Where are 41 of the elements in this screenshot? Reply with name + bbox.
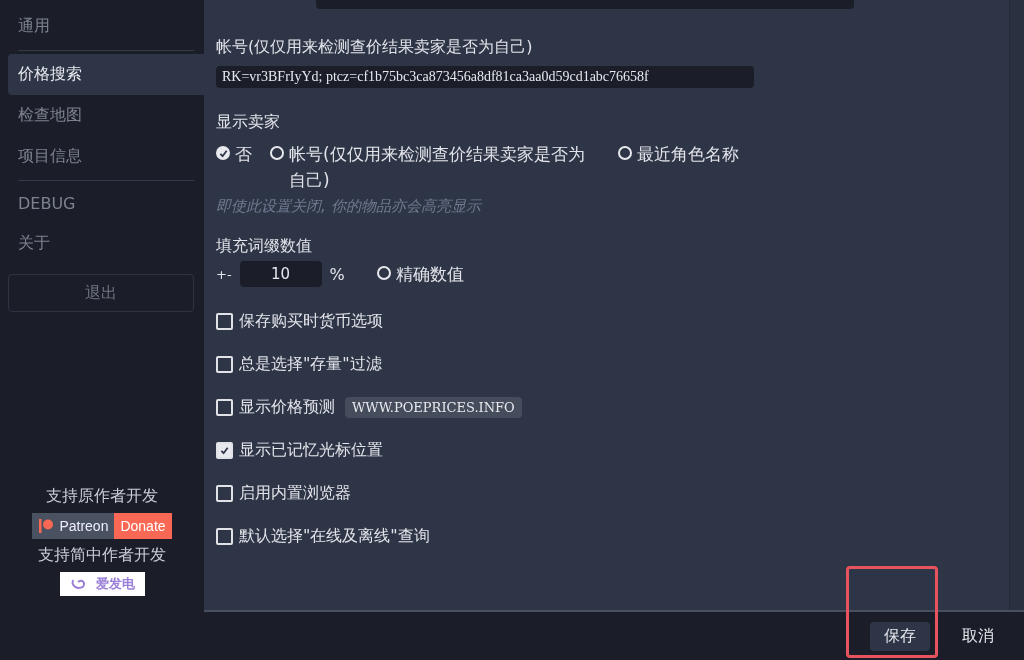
patreon-logo-icon — [38, 518, 55, 534]
support-text: 支持原作者开发 — [46, 486, 158, 507]
checkbox[interactable] — [216, 442, 233, 459]
checkbox[interactable] — [216, 399, 233, 416]
checkbox-label: 总是选择"存量"过滤 — [239, 354, 382, 375]
account-field[interactable]: RK=vr3BFrIyYd; ptcz=cf1b75bc3ca873456a8df81ca3aa0d59cd1abc76658f — [216, 66, 754, 88]
checkbox[interactable] — [216, 528, 233, 545]
cancel-button[interactable]: 取消 — [948, 621, 1008, 651]
checkbox[interactable] — [216, 485, 233, 502]
radio-option[interactable]: 最近角色名称 — [618, 141, 739, 167]
sidebar-item[interactable]: 关于 — [8, 223, 204, 264]
sidebar-item[interactable]: 价格搜索 — [8, 54, 204, 95]
logout-button[interactable]: 退出 — [8, 274, 194, 312]
checkbox-label: 保存购买时货币选项 — [239, 311, 383, 332]
field-label: 帐号(仅仅用来检测查价结果卖家是否为自己) — [216, 37, 534, 58]
number-field[interactable]: 10 — [239, 261, 322, 287]
checkbox-label: 显示价格预测 — [239, 397, 335, 418]
sidebar-item[interactable]: 检查地图 — [8, 95, 204, 136]
field-label: 显示卖家 — [216, 112, 281, 133]
plus-minus-text: +- — [216, 266, 232, 282]
patreon-button[interactable]: Patreon — [32, 513, 115, 539]
checkbox-label: 显示已记忆光标位置 — [239, 440, 383, 461]
check-icon — [220, 446, 229, 455]
sidebar-item[interactable]: 项目信息 — [8, 136, 204, 177]
hint-text: 即使此设置关闭, 你的物品亦会高亮显示 — [216, 197, 483, 216]
save-button[interactable]: 保存 — [870, 621, 930, 651]
field-label: 填充词缀数值 — [216, 236, 313, 257]
swirl-logo-icon — [69, 577, 88, 591]
checkbox-label: 启用内置浏览器 — [239, 483, 351, 504]
radio-option[interactable]: 帐号(仅仅用来检测查价结果卖家是否为自己) — [270, 141, 600, 193]
checkbox[interactable] — [216, 313, 233, 330]
sidebar-item[interactable]: 通用 — [8, 6, 204, 47]
unit-text: % — [329, 264, 345, 284]
support-text: 支持简中作者开发 — [38, 545, 166, 566]
sidebar-item[interactable]: DEBUG — [8, 184, 204, 223]
checkbox[interactable] — [216, 356, 233, 373]
website-link[interactable]: WWW.POEPRICES.INFO — [345, 397, 522, 418]
radio-option[interactable]: 否 — [216, 141, 252, 167]
scrollbar[interactable] — [1009, 0, 1024, 610]
checkbox-label: 默认选择"在线及离线"查询 — [239, 526, 430, 547]
radio-option[interactable]: 精确数值 — [376, 261, 464, 287]
